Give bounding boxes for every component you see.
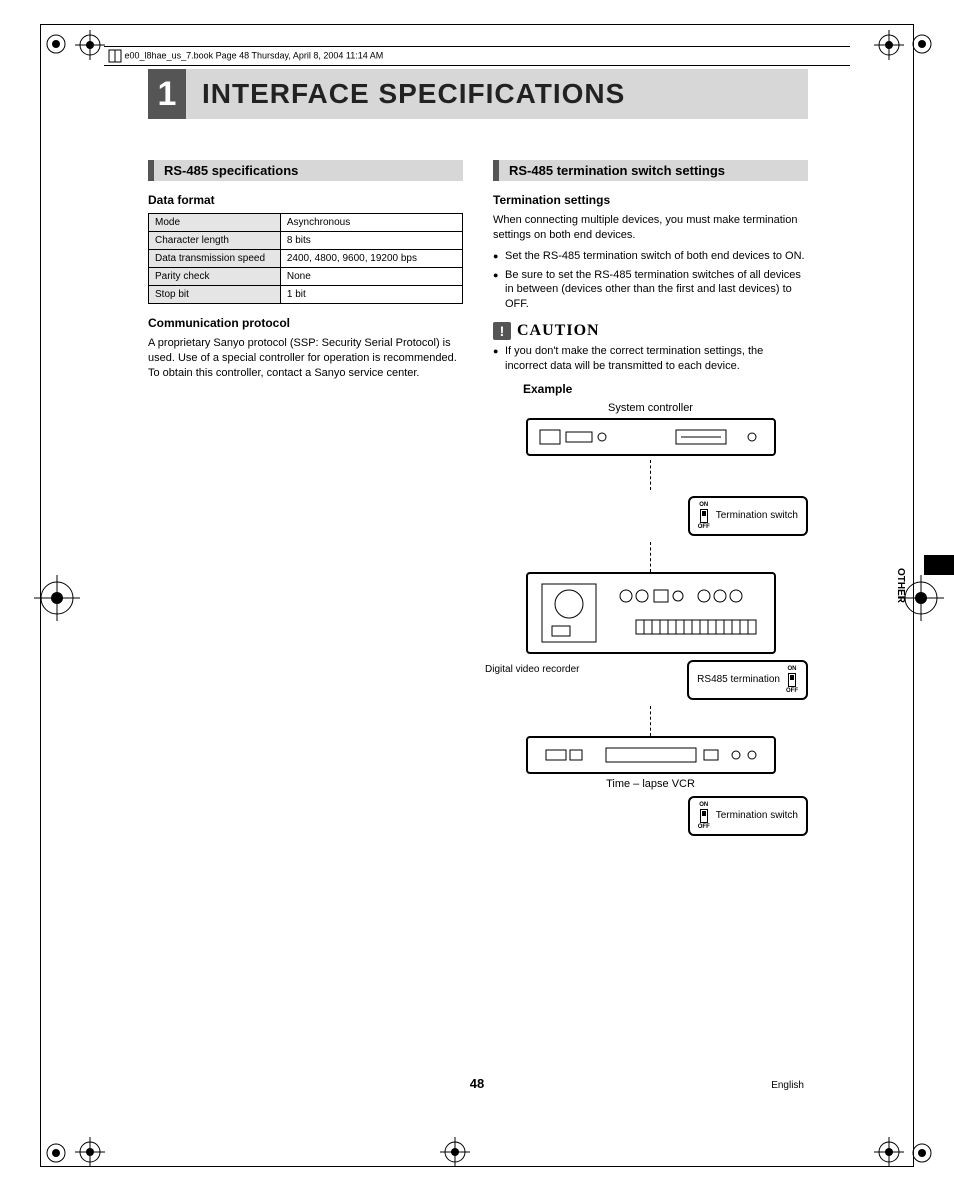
data-format-table: ModeAsynchronous Character length8 bits … [148,213,463,304]
chapter-number: 1 [148,69,186,119]
list-item: Set the RS-485 termination switch of bot… [493,249,808,264]
section-header-rs485-spec: RS-485 specifications [148,160,463,181]
device-label-controller: System controller [493,402,808,414]
termination-switch-callout: ON OFF Termination switch [688,796,808,836]
switch-label: Termination switch [716,810,798,821]
subhead-termination-settings: Termination settings [493,193,808,207]
section-header-termination: RS-485 termination switch settings [493,160,808,181]
vcr-illustration [526,736,776,774]
switch-icon: ON OFF [698,802,710,830]
book-icon [108,49,122,63]
dvr-illustration [526,572,776,654]
device-ports-icon [536,742,766,768]
device-label-vcr: Time – lapse VCR [493,778,808,790]
page-number: 48 [470,1076,484,1091]
connection-line [650,460,651,490]
termination-intro: When connecting multiple devices, you mu… [493,213,808,243]
termination-switch-callout: ON OFF Termination switch [688,496,808,536]
caution-icon: ! [493,322,511,340]
device-label-dvr: Digital video recorder [485,664,580,675]
termination-bullets: Set the RS-485 termination switch of bot… [493,249,808,312]
file-meta-header: e00_l8hae_us_7.book Page 48 Thursday, Ap… [104,46,850,66]
table-row: Parity checkNone [149,268,463,286]
side-tab-marker [924,555,954,575]
table-row: Character length8 bits [149,232,463,250]
switch-icon: ON OFF [786,666,798,694]
subhead-comm-protocol: Communication protocol [148,316,463,330]
language-label: English [771,1080,804,1091]
table-row: ModeAsynchronous [149,214,463,232]
subhead-data-format: Data format [148,193,463,207]
side-tab-label: OTHER [895,568,906,603]
device-ports-icon [536,424,766,450]
table-row: Data transmission speed2400, 4800, 9600,… [149,250,463,268]
comm-protocol-body: A proprietary Sanyo protocol (SSP: Secur… [148,336,463,381]
rs485-termination-callout: RS485 termination ON OFF [687,660,808,700]
switch-label: Termination switch [716,510,798,521]
right-column: RS-485 termination switch settings Termi… [493,160,808,842]
chapter-title: INTERFACE SPECIFICATIONS [202,78,625,110]
example-label: Example [523,382,808,396]
caution-heading: ! CAUTION [493,322,808,340]
left-column: RS-485 specifications Data format ModeAs… [148,160,463,842]
termination-example-diagram: System controller ON OFF Termin [493,402,808,836]
device-ports-icon [536,578,766,648]
file-meta-text: e00_l8hae_us_7.book Page 48 Thursday, Ap… [125,50,384,60]
list-item: Be sure to set the RS-485 termination sw… [493,268,808,313]
system-controller-illustration [526,418,776,456]
switch-label: RS485 termination [697,674,780,685]
connection-line [650,706,651,736]
table-row: Stop bit1 bit [149,286,463,304]
switch-icon: ON OFF [698,502,710,530]
chapter-title-bar: 1 INTERFACE SPECIFICATIONS [148,69,808,119]
connection-line [650,542,651,572]
caution-label: CAUTION [517,322,600,340]
list-item: If you don't make the correct terminatio… [493,344,808,374]
caution-bullets: If you don't make the correct terminatio… [493,344,808,374]
